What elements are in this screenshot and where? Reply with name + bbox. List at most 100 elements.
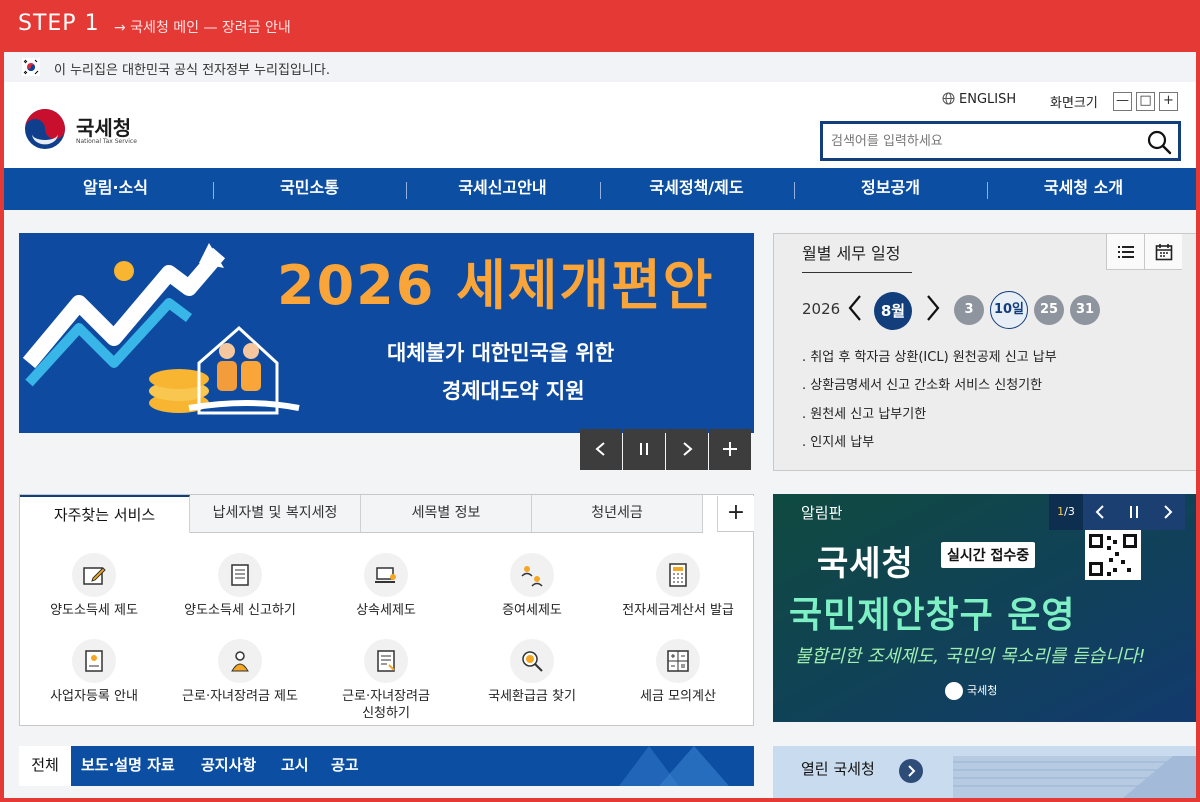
banner-pause-button[interactable] bbox=[623, 429, 665, 470]
banner-prev-button[interactable] bbox=[580, 429, 622, 470]
board-tab-announcement[interactable]: 고시 bbox=[281, 746, 309, 786]
service-label: 근로·자녀장려금 제도 bbox=[182, 689, 298, 704]
notice-board[interactable]: 알림판 1/3 국세청 실시간 접수중 국민제안창구 운영 불합리한 조세제도,… bbox=[773, 494, 1196, 722]
notice-pause-button[interactable] bbox=[1117, 494, 1151, 530]
font-reset-button[interactable]: □ bbox=[1136, 92, 1155, 111]
service-tabs: 자주찾는 서비스 납세자별 및 복지세정 세목별 정보 청년세금 + 양도소득세… bbox=[19, 494, 754, 726]
chevron-right-icon bbox=[908, 765, 916, 777]
service-item[interactable]: 국세환급금 찾기 bbox=[462, 639, 602, 705]
calendar-event[interactable]: . 인지세 납부 bbox=[802, 431, 874, 450]
chevron-right-icon bbox=[683, 442, 693, 456]
logo-subtitle: National Tax Service bbox=[76, 138, 137, 145]
search-input[interactable] bbox=[831, 130, 1131, 152]
calendar-day[interactable]: 25 bbox=[1034, 295, 1064, 325]
banner-headline: 2026 세제개편안 bbox=[277, 254, 715, 317]
calendar-icon bbox=[1155, 244, 1173, 261]
board-decoration bbox=[619, 746, 729, 786]
form-icon bbox=[218, 553, 262, 597]
service-item[interactable]: 전자세금계산서 발급 bbox=[608, 553, 748, 619]
application-icon bbox=[364, 639, 408, 683]
search-icon[interactable] bbox=[1146, 129, 1172, 155]
family-icon bbox=[218, 639, 262, 683]
prev-month-icon[interactable] bbox=[846, 294, 864, 322]
calendar-event[interactable]: . 원천세 신고 납부기한 bbox=[802, 403, 926, 422]
open-nts-button[interactable] bbox=[899, 759, 923, 783]
calendar-title: 월별 세무 일정 bbox=[802, 240, 912, 273]
main-nav: 알림·소식 국민소통 국세신고안내 국세정책/제도 정보공개 국세청 소개 bbox=[4, 168, 1196, 210]
calendar-event[interactable]: . 상환금명세서 신고 간소화 서비스 신청기한 bbox=[802, 374, 1042, 393]
banner-next-button[interactable] bbox=[666, 429, 708, 470]
nav-item-about[interactable]: 국세청 소개 bbox=[987, 168, 1180, 210]
service-item[interactable]: 양도소득세 제도 bbox=[24, 553, 164, 619]
service-item[interactable]: 상속세제도 bbox=[316, 553, 456, 619]
logo-name: 국세청 bbox=[76, 116, 132, 140]
nav-item-news[interactable]: 알림·소식 bbox=[19, 168, 212, 210]
service-item[interactable]: 세금 모의계산 bbox=[608, 639, 748, 705]
notice-chip: 실시간 접수중 bbox=[941, 542, 1036, 568]
gov-banner: 이 누리집은 대한민국 공식 전자정부 누리집입니다. bbox=[4, 52, 1196, 82]
banner-more-button[interactable] bbox=[709, 429, 751, 470]
english-label: ENGLISH bbox=[959, 92, 1017, 107]
calendar-event[interactable]: . 취업 후 학자금 상환(ICL) 원천공제 신고 납부 bbox=[802, 346, 1057, 365]
tab-tax-items[interactable]: 세목별 정보 bbox=[361, 495, 532, 533]
nts-emblem-icon bbox=[25, 109, 65, 149]
globe-icon bbox=[942, 92, 955, 105]
tabs-more-button[interactable]: + bbox=[717, 496, 754, 532]
service-label: 근로·자녀장려금 신청하기 bbox=[342, 689, 430, 721]
pause-icon bbox=[640, 443, 648, 455]
board-tab-notices[interactable]: 공지사항 bbox=[201, 746, 256, 786]
board-tab-press[interactable]: 보도·설명 자료 bbox=[81, 746, 175, 786]
calendar-month: 8월 bbox=[874, 292, 912, 330]
coin-search-icon bbox=[510, 639, 554, 683]
board-tab-public-notice[interactable]: 공고 bbox=[331, 746, 359, 786]
notice-prev-button[interactable] bbox=[1083, 494, 1117, 530]
calendar-year: 2026 bbox=[802, 300, 841, 318]
font-decrease-button[interactable]: — bbox=[1113, 92, 1132, 111]
tab-frequent-services[interactable]: 자주찾는 서비스 bbox=[20, 495, 190, 533]
service-item[interactable]: 근로·자녀장려금 제도 bbox=[170, 639, 310, 705]
board-tab-all[interactable]: 전체 bbox=[19, 746, 71, 786]
service-item[interactable]: 양도소득세 신고하기 bbox=[170, 553, 310, 619]
nav-item-tax-policy[interactable]: 국세정책/제도 bbox=[600, 168, 793, 210]
service-label: 증여세제도 bbox=[502, 603, 562, 618]
step-breadcrumb: → 국세청 메인 — 장려금 안내 bbox=[114, 20, 291, 36]
service-label: 세금 모의계산 bbox=[640, 689, 716, 704]
font-increase-button[interactable]: + bbox=[1159, 92, 1178, 111]
search-box bbox=[820, 121, 1181, 161]
tab-taxpayer-welfare[interactable]: 납세자별 및 복지세정 bbox=[190, 495, 361, 533]
service-item[interactable]: 사업자등록 안내 bbox=[24, 639, 164, 705]
notice-title: 알림판 bbox=[801, 504, 843, 522]
next-month-icon[interactable] bbox=[924, 294, 942, 322]
nav-item-communication[interactable]: 국민소통 bbox=[213, 168, 406, 210]
laptop-icon bbox=[364, 553, 408, 597]
nts-logo[interactable]: 국세청 National Tax Service bbox=[24, 106, 164, 152]
calendar-day[interactable]: 3 bbox=[954, 295, 984, 325]
service-label: 사업자등록 안내 bbox=[50, 689, 138, 704]
service-label: 국세환급금 찾기 bbox=[488, 689, 576, 704]
nav-item-tax-filing[interactable]: 국세신고안내 bbox=[406, 168, 599, 210]
calendar-day-selected[interactable]: 10일 bbox=[990, 291, 1028, 329]
id-card-icon bbox=[72, 639, 116, 683]
tab-youth-tax[interactable]: 청년세금 bbox=[532, 495, 703, 533]
service-item[interactable]: 근로·자녀장려금 신청하기 bbox=[316, 639, 456, 722]
english-link[interactable]: ENGLISH bbox=[942, 92, 1016, 107]
open-nts-panel[interactable]: 열린 국세청 bbox=[773, 746, 1196, 798]
calendar-view-button[interactable] bbox=[1144, 234, 1182, 270]
people-exchange-icon bbox=[510, 553, 554, 597]
nav-item-disclosure[interactable]: 정보공개 bbox=[794, 168, 987, 210]
banner-subtitle-2: 경제대도약 지원 bbox=[442, 379, 585, 403]
notice-slogan: 불합리한 조세제도, 국민의 목소리를 듣습니다! bbox=[795, 646, 1146, 667]
calculator-doc-icon bbox=[656, 553, 700, 597]
open-nts-title: 열린 국세청 bbox=[801, 760, 875, 778]
calendar-list-button[interactable] bbox=[1106, 234, 1144, 270]
banner-illustration bbox=[22, 243, 300, 415]
service-label: 양도소득세 제도 bbox=[50, 603, 138, 618]
service-item[interactable]: 증여세제도 bbox=[462, 553, 602, 619]
main-banner[interactable]: 2026 세제개편안 대체불가 대한민국을 위한 경제대도약 지원 bbox=[19, 233, 754, 433]
qr-code-icon bbox=[1085, 530, 1141, 580]
calculator-icon bbox=[656, 639, 700, 683]
notice-next-button[interactable] bbox=[1151, 494, 1185, 530]
korean-flag-icon bbox=[22, 58, 40, 76]
document-pen-icon bbox=[72, 553, 116, 597]
calendar-day[interactable]: 31 bbox=[1070, 295, 1100, 325]
